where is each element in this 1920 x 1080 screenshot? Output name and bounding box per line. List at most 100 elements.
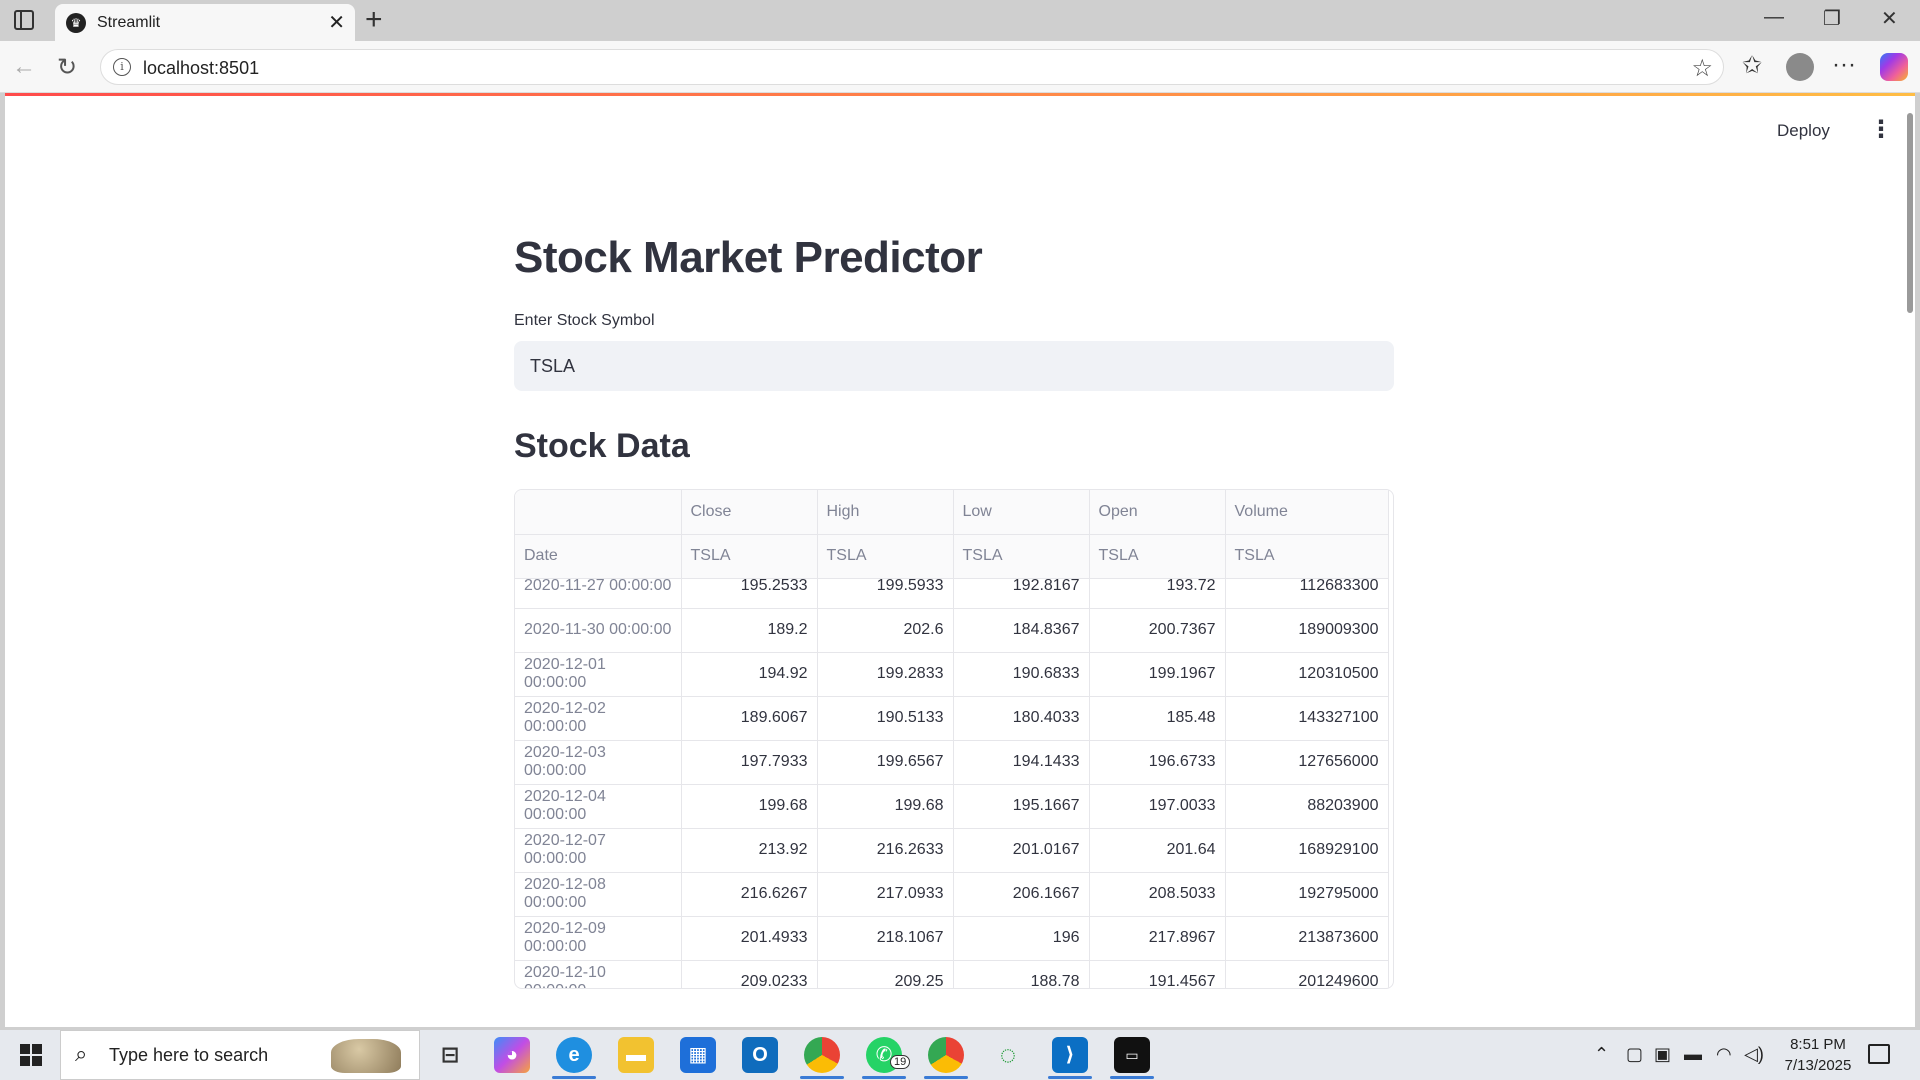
back-icon[interactable]: ←: [12, 53, 36, 81]
table-cell[interactable]: 195.2533: [681, 579, 818, 609]
date-cell[interactable]: 2020-11-27 00:00:00: [515, 579, 682, 609]
restore-icon[interactable]: ❐: [1823, 6, 1841, 31]
table-cell[interactable]: 208.5033: [1089, 872, 1226, 917]
table-cell[interactable]: 192.8167: [953, 579, 1090, 609]
copilot-icon[interactable]: [1880, 53, 1908, 81]
table-cell[interactable]: 201.0167: [953, 828, 1090, 873]
table-row[interactable]: 2020-11-30 00:00:00 189.2 202.6 184.8367 200…: [515, 608, 1389, 653]
date-cell[interactable]: 2020-12-09 00:00:00: [515, 916, 682, 961]
table-cell[interactable]: 189.2: [681, 608, 818, 653]
battery-icon[interactable]: ▬: [1684, 1044, 1702, 1065]
stock-symbol-input[interactable]: TSLA: [514, 341, 1394, 391]
table-cell[interactable]: 120310500: [1225, 652, 1389, 697]
notifications-icon[interactable]: [1868, 1044, 1890, 1064]
column-header[interactable]: Low: [953, 490, 1090, 535]
table-cell[interactable]: 200.7367: [1089, 608, 1226, 653]
table-cell[interactable]: 194.1433: [953, 740, 1090, 785]
table-cell[interactable]: 209.25: [817, 960, 954, 988]
table-cell[interactable]: 209.0233: [681, 960, 818, 988]
table-cell[interactable]: 213.92: [681, 828, 818, 873]
column-header[interactable]: Open: [1089, 490, 1226, 535]
meet-icon[interactable]: ▢: [1626, 1044, 1643, 1065]
column-header[interactable]: [515, 490, 682, 535]
table-cell[interactable]: 180.4033: [953, 696, 1090, 741]
table-cell[interactable]: 199.6567: [817, 740, 954, 785]
wifi-icon[interactable]: ◠: [1716, 1044, 1732, 1065]
table-cell[interactable]: 218.1067: [817, 916, 954, 961]
table-row[interactable]: 2020-12-10 00:00:00209.0233209.25188.781…: [515, 960, 1389, 988]
table-cell[interactable]: 216.2633: [817, 828, 954, 873]
table-body-scroll[interactable]: 2020-11-27 00:00:00 195.2533 199.5933 192.8…: [515, 579, 1393, 988]
table-cell[interactable]: 189.6067: [681, 696, 818, 741]
stock-data-table[interactable]: Close High Low Open Volume Date TSLA TSLA TSLA TS…: [514, 489, 1394, 989]
tray-chevron-icon[interactable]: ⌃: [1594, 1044, 1609, 1065]
volume-icon[interactable]: ◁): [1744, 1044, 1764, 1065]
table-cell[interactable]: 201249600: [1225, 960, 1389, 988]
date-cell[interactable]: 2020-12-07 00:00:00: [515, 828, 682, 873]
column-header[interactable]: Close: [681, 490, 818, 535]
table-cell[interactable]: 197.0033: [1089, 784, 1226, 829]
table-cell[interactable]: 143327100: [1225, 696, 1389, 741]
column-header[interactable]: TSLA: [953, 534, 1090, 579]
table-cell[interactable]: 168929100: [1225, 828, 1389, 873]
date-cell[interactable]: 2020-12-01 00:00:00: [515, 652, 682, 697]
table-cell[interactable]: 196: [953, 916, 1090, 961]
chrome-icon[interactable]: [804, 1037, 840, 1073]
table-cell[interactable]: 199.68: [817, 784, 954, 829]
table-cell[interactable]: 194.92: [681, 652, 818, 697]
table-cell[interactable]: 216.6267: [681, 872, 818, 917]
site-info-icon[interactable]: i: [113, 58, 131, 76]
date-cell[interactable]: 2020-12-08 00:00:00: [515, 872, 682, 917]
column-header[interactable]: TSLA: [1225, 534, 1389, 579]
table-row[interactable]: 2020-12-04 00:00:00 199.68 199.68 195.1667 1…: [515, 784, 1389, 829]
table-cell[interactable]: 190.5133: [817, 696, 954, 741]
table-row[interactable]: 2020-12-07 00:00:00 213.92 216.2633 201.016…: [515, 828, 1389, 873]
table-cell[interactable]: 192795000: [1225, 872, 1389, 917]
vscode-icon[interactable]: ⟩: [1052, 1037, 1088, 1073]
table-row[interactable]: 2020-12-02 00:00:00 189.6067 190.5133 180.4…: [515, 696, 1389, 741]
date-cell[interactable]: 2020-12-04 00:00:00: [515, 784, 682, 829]
date-cell[interactable]: 2020-12-02 00:00:00: [515, 696, 682, 741]
date-cell[interactable]: 2020-11-30 00:00:00: [515, 608, 682, 653]
table-cell[interactable]: 112683300: [1225, 579, 1389, 609]
table-cell[interactable]: 189009300: [1225, 608, 1389, 653]
favorites-icon[interactable]: ✩: [1742, 51, 1762, 80]
table-cell[interactable]: 127656000: [1225, 740, 1389, 785]
table-cell[interactable]: 202.6: [817, 608, 954, 653]
taskbar-clock[interactable]: 8:51 PM 7/13/2025: [1770, 1034, 1866, 1076]
store-icon[interactable]: ▦: [680, 1037, 716, 1073]
table-row[interactable]: 2020-11-27 00:00:00 195.2533 199.5933 192.8…: [515, 579, 1389, 609]
taskbar-search[interactable]: ⌕ Type here to search: [60, 1030, 420, 1080]
table-cell[interactable]: 185.48: [1089, 696, 1226, 741]
windows-start-icon[interactable]: [20, 1044, 42, 1066]
task-view-icon[interactable]: ⊟: [432, 1037, 468, 1073]
table-cell[interactable]: 217.8967: [1089, 916, 1226, 961]
chrome-profile-icon[interactable]: [928, 1037, 964, 1073]
column-header[interactable]: TSLA: [1089, 534, 1226, 579]
new-tab-icon[interactable]: +: [365, 3, 383, 37]
table-row[interactable]: 2020-12-01 00:00:00 194.92 199.2833 190.683…: [515, 652, 1389, 697]
loading-app-icon[interactable]: ◌: [990, 1037, 1026, 1073]
refresh-icon[interactable]: ↻: [57, 53, 77, 82]
table-cell[interactable]: 191.4567: [1089, 960, 1226, 988]
table-cell[interactable]: 190.6833: [953, 652, 1090, 697]
table-cell[interactable]: 217.0933: [817, 872, 954, 917]
close-tab-icon[interactable]: ✕: [328, 10, 345, 35]
table-cell[interactable]: 196.6733: [1089, 740, 1226, 785]
profile-avatar-icon[interactable]: [1786, 53, 1814, 81]
column-header[interactable]: Volume: [1225, 490, 1389, 535]
page-scrollbar[interactable]: [1907, 113, 1913, 313]
deploy-button[interactable]: Deploy: [1777, 121, 1830, 141]
table-cell[interactable]: 197.7933: [681, 740, 818, 785]
close-window-icon[interactable]: ✕: [1881, 6, 1898, 31]
copilot-app-icon[interactable]: ◕: [494, 1037, 530, 1073]
more-options-icon[interactable]: ···: [1832, 51, 1856, 79]
column-header[interactable]: Date: [515, 534, 682, 579]
table-cell[interactable]: 199.68: [681, 784, 818, 829]
column-header[interactable]: TSLA: [817, 534, 954, 579]
table-cell[interactable]: 201.4933: [681, 916, 818, 961]
column-header[interactable]: High: [817, 490, 954, 535]
browser-tab[interactable]: ♛ Streamlit ✕: [55, 4, 355, 41]
table-cell[interactable]: 184.8367: [953, 608, 1090, 653]
terminal-icon[interactable]: ▭: [1114, 1037, 1150, 1073]
